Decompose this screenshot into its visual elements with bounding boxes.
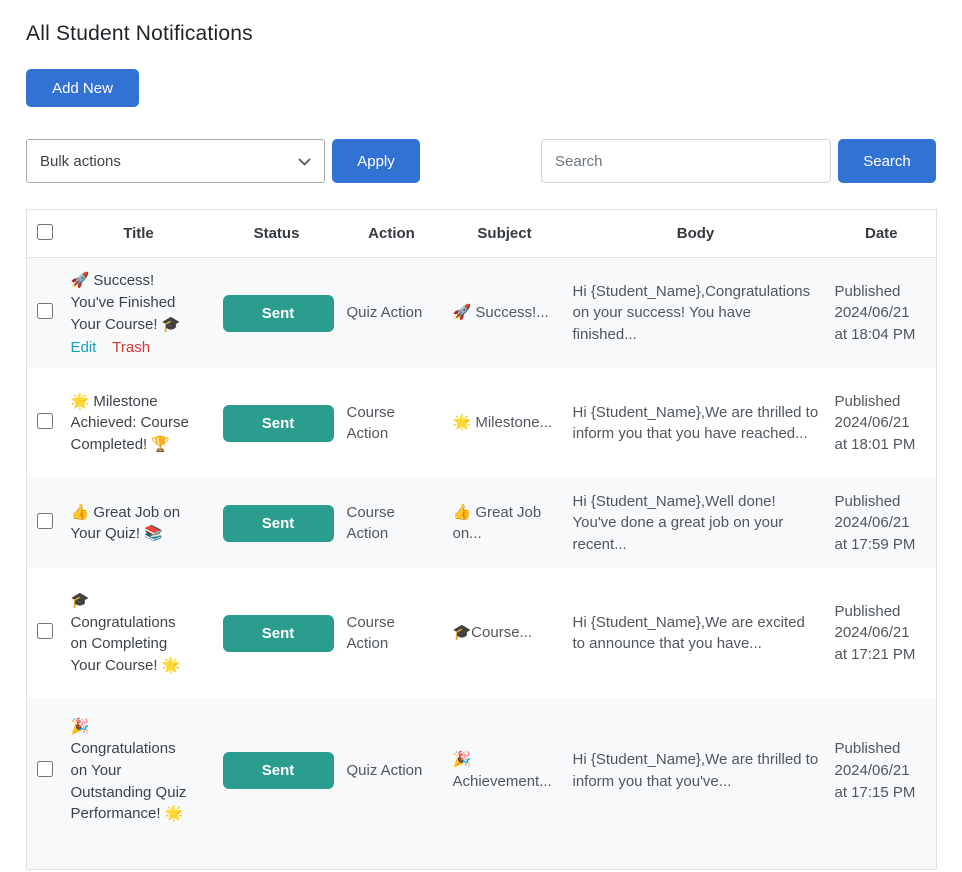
notification-title[interactable]: 🌟 Milestone Achieved: Course Completed! … [71, 391, 207, 456]
date-cell: Published 2024/06/21 at 17:15 PM [827, 698, 937, 843]
body-cell: Hi {Student_Name},We are excited to anno… [565, 568, 827, 698]
table-row: 🎓 Congratulations on Completing Your Cou… [27, 568, 937, 698]
search-button[interactable]: Search [838, 139, 936, 183]
search-input[interactable] [541, 139, 831, 183]
action-cell: Course Action [339, 368, 445, 478]
action-cell: Quiz Action [339, 698, 445, 843]
subject-cell: 🎓Course... [445, 568, 565, 698]
table-footer-strip [27, 843, 937, 869]
apply-button[interactable]: Apply [332, 139, 420, 183]
action-cell: Quiz Action [339, 258, 445, 369]
bulk-actions-select-wrap: Bulk actions [26, 139, 325, 183]
notification-title[interactable]: 🚀 Success! You've Finished Your Course! … [71, 270, 207, 335]
action-cell: Course Action [339, 568, 445, 698]
select-all-checkbox[interactable] [37, 224, 53, 240]
body-cell: Hi {Student_Name},We are thrilled to inf… [565, 698, 827, 843]
row-checkbox[interactable] [37, 761, 53, 777]
bulk-actions-select[interactable]: Bulk actions [26, 139, 325, 183]
status-badge: Sent [223, 405, 334, 442]
row-checkbox[interactable] [37, 623, 53, 639]
status-badge: Sent [223, 505, 334, 542]
header-title: Title [63, 210, 215, 258]
row-checkbox[interactable] [37, 413, 53, 429]
body-cell: Hi {Student_Name},We are thrilled to inf… [565, 368, 827, 478]
subject-cell: 🎉 Achievement... [445, 698, 565, 843]
row-checkbox[interactable] [37, 303, 53, 319]
status-badge: Sent [223, 615, 334, 652]
table-row: 🎉 Congratulations on Your Outstanding Qu… [27, 698, 937, 843]
header-body: Body [565, 210, 827, 258]
row-checkbox[interactable] [37, 513, 53, 529]
date-cell: Published 2024/06/21 at 18:01 PM [827, 368, 937, 478]
header-subject: Subject [445, 210, 565, 258]
status-badge: Sent [223, 295, 334, 332]
row-actions: Edit Trash [71, 339, 207, 356]
edit-link[interactable]: Edit [71, 339, 97, 356]
page-title: All Student Notifications [26, 22, 936, 46]
subject-cell: 🌟 Milestone... [445, 368, 565, 478]
add-new-button[interactable]: Add New [26, 69, 139, 107]
table-row: 🌟 Milestone Achieved: Course Completed! … [27, 368, 937, 478]
table-row: 🚀 Success! You've Finished Your Course! … [27, 258, 937, 369]
date-cell: Published 2024/06/21 at 18:04 PM [827, 258, 937, 369]
subject-cell: 🚀 Success!... [445, 258, 565, 369]
date-cell: Published 2024/06/21 at 17:21 PM [827, 568, 937, 698]
toolbar: Bulk actions Apply Search [26, 139, 936, 183]
notification-title[interactable]: 🎓 Congratulations on Completing Your Cou… [71, 590, 207, 677]
table-header-row: Title Status Action Subject Body Date [27, 210, 937, 258]
action-cell: Course Action [339, 478, 445, 568]
header-action: Action [339, 210, 445, 258]
subject-cell: 👍 Great Job on... [445, 478, 565, 568]
notifications-table: Title Status Action Subject Body Date 🚀 … [26, 209, 937, 870]
table-row: 👍 Great Job on Your Quiz! 📚 Sent Course … [27, 478, 937, 568]
date-cell: Published 2024/06/21 at 17:59 PM [827, 478, 937, 568]
notification-title[interactable]: 🎉 Congratulations on Your Outstanding Qu… [71, 716, 207, 825]
trash-link[interactable]: Trash [112, 339, 150, 356]
body-cell: Hi {Student_Name},Congratulations on you… [565, 258, 827, 369]
body-cell: Hi {Student_Name},Well done! You've done… [565, 478, 827, 568]
table-footer-row [27, 843, 937, 869]
header-date: Date [827, 210, 937, 258]
notification-title[interactable]: 👍 Great Job on Your Quiz! 📚 [71, 502, 207, 546]
header-status: Status [215, 210, 339, 258]
status-badge: Sent [223, 752, 334, 789]
